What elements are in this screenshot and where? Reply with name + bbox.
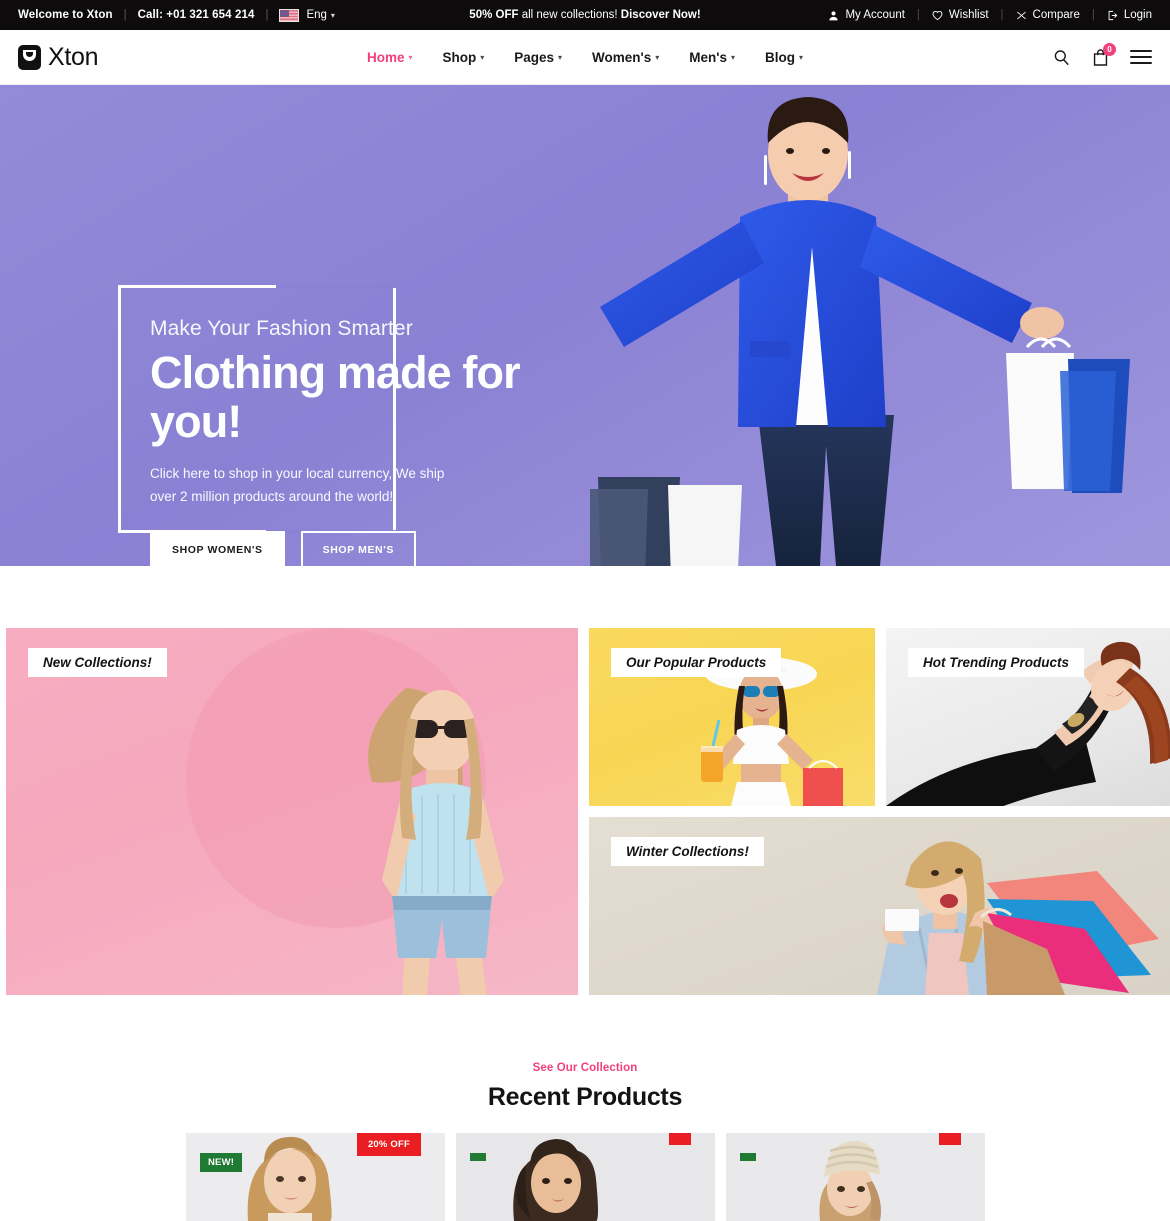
shopping-bag-smile-icon	[18, 44, 41, 70]
heart-icon	[932, 10, 943, 20]
banner-popular-products[interactable]: Our Popular Products	[589, 628, 875, 806]
phone-number: Call: +01 321 654 214	[137, 9, 255, 21]
banner-label: Winter Collections!	[611, 837, 764, 866]
login-link[interactable]: Login	[1107, 9, 1152, 21]
us-flag-icon	[279, 8, 300, 22]
top-bar-left: Welcome to Xton | Call: +01 321 654 214 …	[18, 8, 335, 22]
my-account-label: My Account	[845, 9, 905, 21]
discover-now-link[interactable]: Discover Now!	[621, 9, 701, 21]
promo-discount: 50% OFF	[469, 9, 519, 21]
main-navigation: Xton Home ▾ Shop ▾ Pages ▾ Women's ▾ Men…	[0, 30, 1170, 85]
nav-item-label: Shop	[442, 49, 477, 65]
hamburger-menu-icon[interactable]	[1130, 50, 1152, 64]
nav-item-label: Men's	[689, 49, 728, 65]
hero-subtitle: Click here to shop in your local currenc…	[150, 466, 445, 505]
nav-item-pages[interactable]: Pages ▾	[514, 50, 562, 65]
cart-button[interactable]: 0	[1091, 42, 1116, 67]
banner-label: New Collections!	[28, 648, 167, 677]
separator: |	[123, 9, 127, 21]
hero-model-image	[590, 97, 1130, 566]
shop-womens-button[interactable]: SHOP WOMEN'S	[150, 530, 285, 566]
product-image	[726, 1133, 985, 1221]
chevron-down-icon: ▾	[655, 52, 660, 62]
login-label: Login	[1123, 9, 1152, 21]
product-card[interactable]: NEW! 20% OFF	[186, 1133, 445, 1221]
nav-item-label: Home	[366, 49, 405, 65]
chevron-down-icon: ▾	[330, 10, 335, 20]
nav-item-home[interactable]: Home ▾	[367, 50, 413, 65]
top-bar-right: My Account | Wishlist | Compare | Login	[828, 9, 1152, 21]
nav-actions: 0	[1052, 42, 1152, 67]
hero-kicker: Make Your Fashion Smarter	[150, 317, 413, 340]
chevron-down-icon: ▾	[408, 52, 413, 62]
chevron-down-icon: ▾	[480, 52, 485, 62]
nav-menu: Home ▾ Shop ▾ Pages ▾ Women's ▾ Men's ▾ …	[367, 50, 803, 65]
shop-mens-button[interactable]: SHOP MEN'S	[300, 530, 416, 566]
compare-icon	[1016, 11, 1026, 19]
status-badge-discount	[939, 1133, 961, 1145]
hero-banner: Make Your Fashion Smarter Clothing made …	[0, 85, 1170, 566]
status-badge-new: NEW!	[200, 1153, 243, 1172]
nav-item-mens[interactable]: Men's ▾	[689, 50, 735, 65]
status-badge-new	[470, 1153, 486, 1161]
top-bar: Welcome to Xton | Call: +01 321 654 214 …	[0, 0, 1170, 30]
wishlist-link[interactable]: Wishlist	[932, 9, 989, 21]
nav-item-label: Women's	[592, 49, 652, 65]
brand-logo[interactable]: Xton	[18, 42, 99, 72]
compare-label: Compare	[1032, 9, 1080, 21]
banner-new-collections-image	[186, 628, 504, 995]
chevron-down-icon: ▾	[558, 52, 563, 62]
brand-name: Xton	[48, 42, 99, 71]
hero-title: Clothing made for you!	[150, 347, 521, 447]
recent-products-header: See Our Collection Recent Products	[0, 1062, 1170, 1112]
banner-label: Our Popular Products	[611, 648, 782, 677]
compare-link[interactable]: Compare	[1016, 9, 1080, 21]
category-banner-grid: New Collections! Our Popular Products Ho…	[6, 628, 1170, 1006]
promo-message: all new collections!	[518, 9, 621, 21]
welcome-text: Welcome to Xton	[18, 9, 113, 21]
hero-content: Make Your Fashion Smarter Clothing made …	[150, 317, 580, 566]
nav-item-blog[interactable]: Blog ▾	[765, 50, 803, 65]
search-icon[interactable]	[1052, 48, 1071, 67]
nav-item-label: Pages	[514, 49, 555, 65]
product-card[interactable]	[726, 1133, 985, 1221]
nav-item-label: Blog	[765, 49, 796, 65]
banner-winter-collections[interactable]: Winter Collections!	[589, 817, 1170, 995]
language-selector[interactable]: Eng ▾	[306, 9, 334, 21]
status-badge-discount	[669, 1133, 691, 1145]
page-title: Recent Products	[487, 1083, 683, 1111]
product-card[interactable]	[456, 1133, 715, 1221]
chevron-down-icon: ▾	[799, 52, 804, 62]
wishlist-label: Wishlist	[948, 9, 989, 21]
banner-hot-trending[interactable]: Hot Trending Products	[886, 628, 1170, 806]
nav-item-womens[interactable]: Women's ▾	[592, 50, 659, 65]
banner-label: Hot Trending Products	[908, 648, 1085, 677]
hero-buttons: SHOP WOMEN'S SHOP MEN'S	[150, 530, 580, 566]
separator: |	[1000, 9, 1004, 21]
product-image	[456, 1133, 715, 1221]
nav-item-shop[interactable]: Shop ▾	[442, 50, 484, 65]
separator: |	[916, 9, 920, 21]
cart-count-badge: 0	[1103, 42, 1116, 56]
status-badge-discount: 20% OFF	[356, 1133, 421, 1156]
user-icon	[829, 10, 839, 20]
banner-new-collections[interactable]: New Collections!	[6, 628, 578, 995]
section-kicker: See Our Collection	[532, 1062, 638, 1074]
product-grid: NEW! 20% OFF	[186, 1133, 985, 1221]
chevron-down-icon: ▾	[731, 52, 736, 62]
status-badge-new	[740, 1153, 756, 1161]
separator: |	[1091, 9, 1095, 21]
separator: |	[265, 9, 269, 21]
language-label: Eng	[306, 9, 327, 21]
login-icon	[1108, 10, 1118, 20]
my-account-link[interactable]: My Account	[828, 9, 905, 21]
